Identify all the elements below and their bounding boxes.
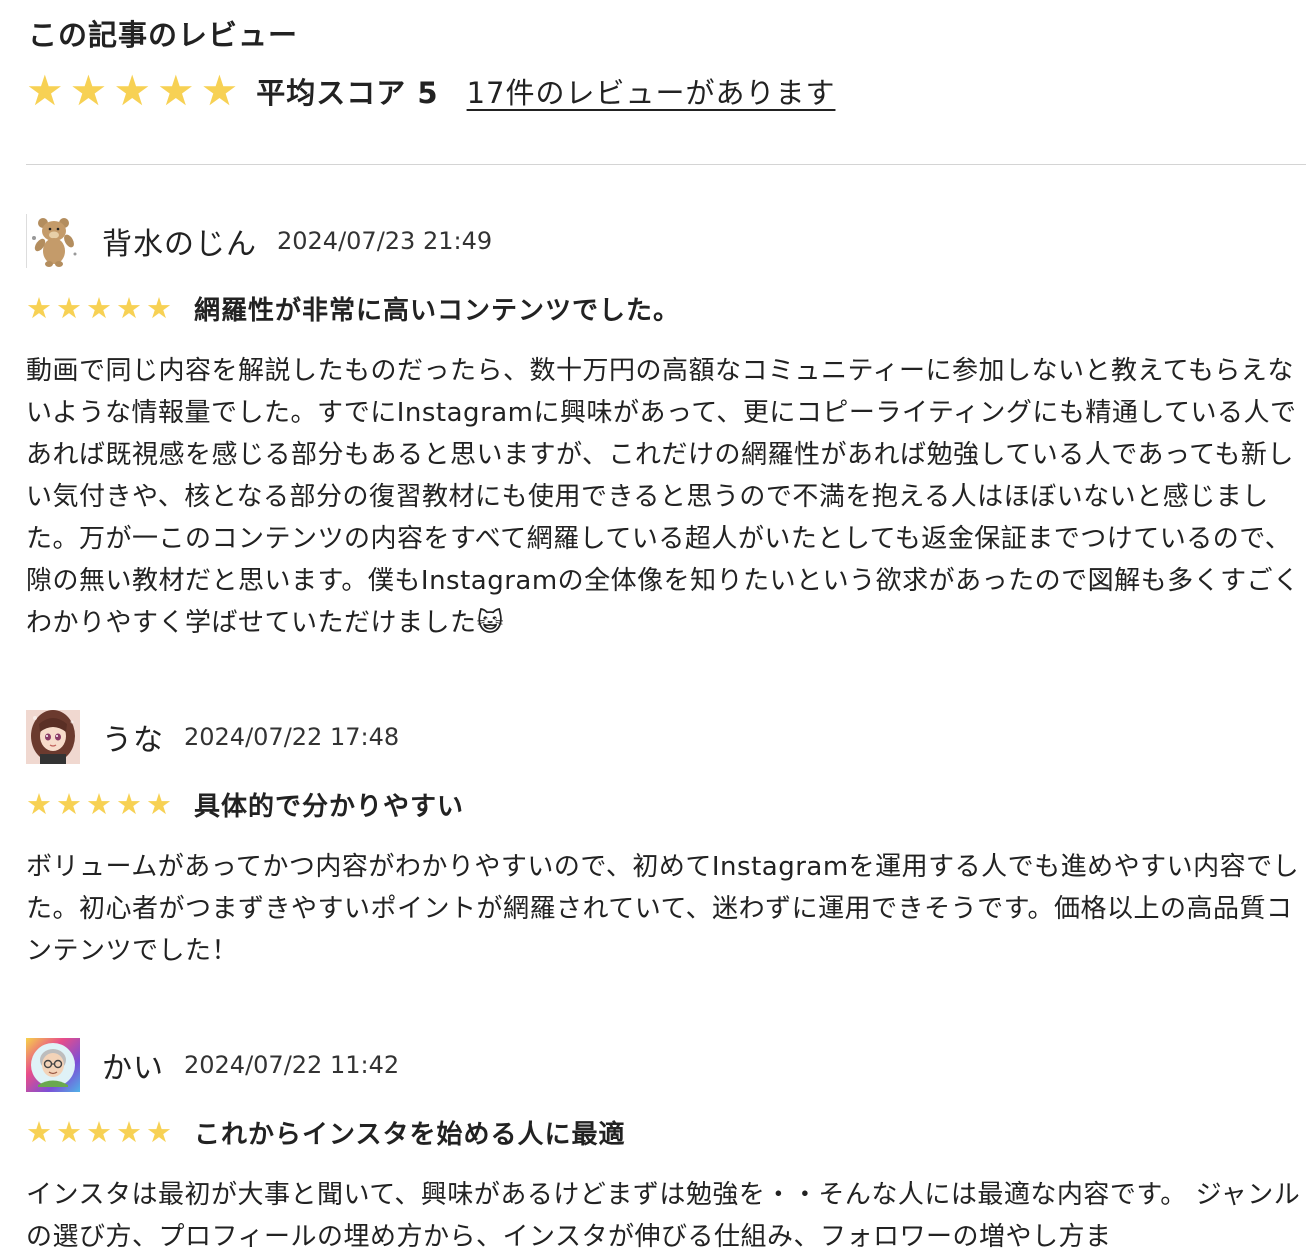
review-date: 2024/07/23 21:49 [277,227,493,255]
review-header: 背水のじん 2024/07/23 21:49 [26,214,1306,268]
star-icon: ★ [86,1114,112,1149]
reviewer-name[interactable]: かい [102,1043,164,1087]
average-score: 平均スコア 5 [256,76,439,110]
star-icon: ★ [146,786,172,821]
star-icon: ★ [56,1114,82,1149]
review-rating-stars: ★ ★ ★ ★ ★ [26,290,172,325]
review-title-row: ★ ★ ★ ★ ★ 網羅性が非常に高いコンテンツでした。 [26,288,1306,328]
elderly-man-avatar-icon[interactable] [26,1038,80,1092]
star-icon: ★ [146,1114,172,1149]
star-icon: ★ [86,786,112,821]
divider [26,164,1306,165]
star-icon: ★ [56,290,82,325]
review-date: 2024/07/22 11:42 [184,1051,400,1079]
bear-avatar-icon[interactable] [26,214,80,268]
star-icon: ★ [26,290,52,325]
star-icon: ★ [26,1114,52,1149]
star-icon: ★ [156,66,195,115]
review-date: 2024/07/22 17:48 [184,723,400,751]
star-icon: ★ [69,66,108,115]
review-title: 網羅性が非常に高いコンテンツでした。 [194,295,681,326]
star-icon: ★ [86,290,112,325]
review-body: 動画で同じ内容を解説したものだったら、数十万円の高額なコミュニティーに参加しない… [26,356,1300,638]
review-title-row: ★ ★ ★ ★ ★ これからインスタを始める人に最適 [26,1112,1306,1152]
rating-summary: ★ ★ ★ ★ ★ 平均スコア 5 17件のレビューがあります [26,66,835,116]
review-item: 背水のじん 2024/07/23 21:49 ★ ★ ★ ★ ★ 網羅性が非常に… [26,214,1306,644]
star-icon: ★ [200,66,239,115]
review-body: ボリュームがあってかつ内容がわかりやすいので、初めてInstagramを運用する… [26,852,1300,966]
review-header: かい 2024/07/22 11:42 [26,1038,1306,1092]
review-title: これからインスタを始める人に最適 [194,1119,626,1150]
review-header: うな 2024/07/22 17:48 [26,710,1306,764]
review-item: うな 2024/07/22 17:48 ★ ★ ★ ★ ★ 具体的で分かりやすい… [26,710,1306,972]
star-icon: ★ [113,66,151,115]
star-icon: ★ [116,786,142,821]
review-rating-stars: ★ ★ ★ ★ ★ [26,1114,172,1149]
reviewer-name[interactable]: うな [102,715,164,759]
review-title-row: ★ ★ ★ ★ ★ 具体的で分かりやすい [26,784,1306,824]
star-icon: ★ [116,1114,142,1149]
section-title: この記事のレビュー [28,18,299,52]
reviewer-name[interactable]: 背水のじん [102,219,257,263]
star-icon: ★ [26,786,52,821]
review-count-link[interactable]: 17件のレビューがあります [467,70,836,112]
average-rating-stars: ★ ★ ★ ★ ★ [26,70,238,112]
review-title: 具体的で分かりやすい [194,791,465,822]
star-icon: ★ [26,66,64,115]
review-rating-stars: ★ ★ ★ ★ ★ [26,786,172,821]
review-body: インスタは最初が大事と聞いて、興味があるけどまずは勉強を・・そんな人には最適な内… [26,1180,1301,1252]
star-icon: ★ [146,290,172,325]
anime-girl-avatar-icon[interactable] [26,710,80,764]
star-icon: ★ [116,290,142,325]
review-item: かい 2024/07/22 11:42 ★ ★ ★ ★ ★ これからインスタを始… [26,1038,1306,1258]
star-icon: ★ [56,786,82,821]
